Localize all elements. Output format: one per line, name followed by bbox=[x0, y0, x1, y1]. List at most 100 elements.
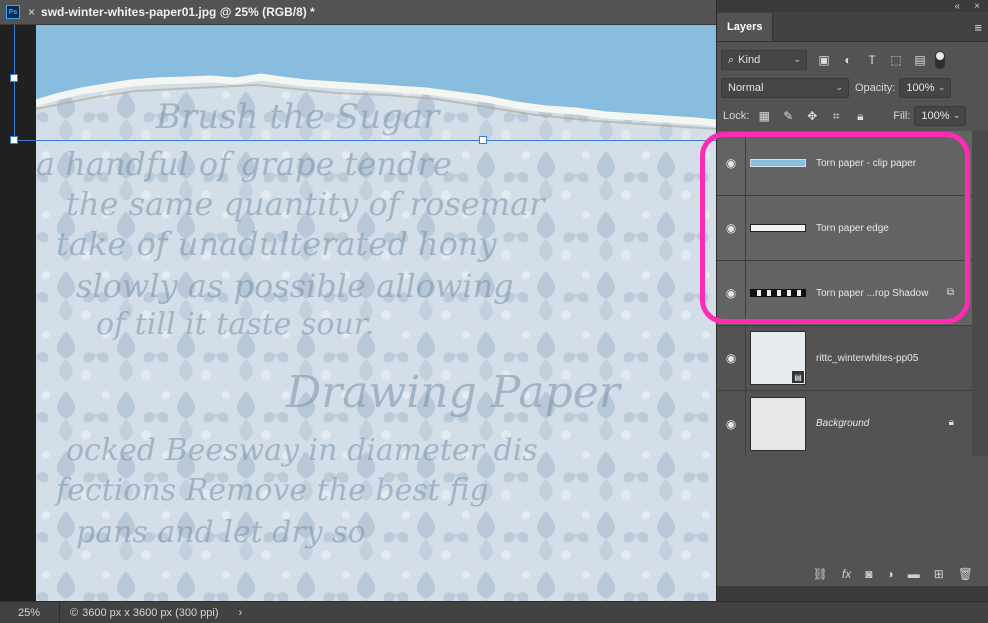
document-title: swd-winter-whites-paper01.jpg @ 25% (RGB… bbox=[41, 5, 315, 19]
opacity-input[interactable]: 100% ⌄ bbox=[899, 78, 952, 98]
transform-bounding-line-bottom bbox=[14, 140, 716, 141]
layer-style-fx-icon[interactable]: fx bbox=[842, 567, 851, 581]
lock-all-icon[interactable]: 🔒︎ bbox=[853, 109, 867, 124]
new-adjustment-layer-icon[interactable]: ◑ bbox=[886, 567, 893, 581]
layer-thumbnail bbox=[750, 224, 806, 232]
lock-row: Lock: ▦ ✎ ✥ ⌗ 🔒︎ Fill: 100% ⌄ bbox=[717, 102, 988, 130]
fill-input[interactable]: 100% ⌄ bbox=[914, 106, 967, 126]
pasteboard bbox=[0, 25, 36, 601]
lock-label: Lock: bbox=[723, 110, 750, 122]
blend-mode-value: Normal bbox=[728, 82, 764, 94]
chevron-down-icon: ⌄ bbox=[952, 110, 961, 120]
close-document-icon[interactable]: × bbox=[28, 5, 35, 19]
layers-scrollbar[interactable] bbox=[972, 131, 988, 456]
canvas-area[interactable]: Brush the Sugar a handful of grape tendr… bbox=[0, 25, 716, 601]
delete-layer-icon[interactable]: 🗑︎ bbox=[958, 567, 973, 581]
close-panel-icon[interactable]: × bbox=[974, 1, 980, 12]
layer-divider bbox=[745, 131, 746, 195]
layer-divider bbox=[745, 196, 746, 260]
pixel-layer-filter-icon[interactable]: ▣ bbox=[817, 53, 831, 67]
copyright-icon: © bbox=[70, 606, 79, 619]
script-line: Drawing Paper bbox=[286, 367, 620, 418]
visibility-eye-icon[interactable]: ◉ bbox=[717, 221, 745, 235]
panel-menu-icon[interactable]: ≡ bbox=[974, 20, 982, 35]
lock-transparent-pixels-icon[interactable]: ▦ bbox=[757, 109, 771, 123]
layer-name[interactable]: Torn paper - clip paper bbox=[816, 158, 916, 169]
layer-name[interactable]: rittc_winterwhites-pp05 bbox=[816, 353, 918, 364]
panel-titlebar: « × bbox=[717, 0, 988, 12]
lock-artboard-icon[interactable]: ⌗ bbox=[829, 109, 843, 124]
link-layers-icon[interactable]: ⛓ bbox=[813, 567, 828, 581]
visibility-eye-icon[interactable]: ◉ bbox=[717, 351, 745, 365]
layer-row[interactable]: ◉ Torn paper ...rop Shadow ⧉ bbox=[717, 261, 972, 326]
adjustment-layer-filter-icon[interactable]: ◐ bbox=[841, 53, 855, 67]
zoom-level[interactable]: 25% bbox=[0, 602, 60, 623]
layer-divider bbox=[745, 391, 746, 456]
filter-toggle[interactable] bbox=[935, 51, 945, 69]
script-line: ocked Beesway in diameter dis bbox=[66, 433, 538, 468]
script-line: slowly as possible allowing bbox=[76, 267, 514, 305]
collapse-panels-icon[interactable]: « bbox=[955, 1, 961, 12]
layer-style-icon[interactable]: ⧉ bbox=[947, 287, 954, 298]
document-canvas[interactable]: Brush the Sugar a handful of grape tendr… bbox=[36, 25, 716, 601]
add-mask-icon[interactable]: ◙ bbox=[865, 567, 872, 581]
transform-bounding-line-left bbox=[14, 25, 15, 140]
new-group-icon[interactable]: ▬ bbox=[908, 567, 920, 581]
layer-name[interactable]: Torn paper edge bbox=[816, 223, 889, 234]
filter-kind-value: Kind bbox=[738, 54, 761, 66]
panel-bottom-bar bbox=[717, 586, 988, 601]
document-tab[interactable]: Ps × swd-winter-whites-paper01.jpg @ 25%… bbox=[0, 0, 716, 25]
filter-kind-select[interactable]: ⌕ Kind ⌄ bbox=[721, 50, 807, 70]
layer-thumbnail bbox=[750, 159, 806, 167]
lock-icon: 🔒︎ bbox=[948, 417, 954, 428]
transform-handle[interactable] bbox=[10, 74, 18, 82]
status-menu-arrow-icon[interactable]: › bbox=[238, 607, 242, 619]
fill-value: 100% bbox=[921, 110, 950, 122]
status-bar: 25% © 3600 px x 3600 px (300 ppi) › bbox=[0, 601, 988, 623]
chevron-down-icon: ⌄ bbox=[937, 82, 946, 92]
layer-row[interactable]: ◉ ▤ rittc_winterwhites-pp05 bbox=[717, 326, 972, 391]
blend-row: Normal ⌄ Opacity: 100% ⌄ bbox=[717, 74, 988, 102]
new-layer-icon[interactable]: ⊞ bbox=[934, 567, 944, 581]
layer-name[interactable]: Background bbox=[816, 418, 869, 429]
transform-handle[interactable] bbox=[479, 136, 487, 144]
layer-row[interactable]: ◉ Background 🔒︎ bbox=[717, 391, 972, 456]
visibility-eye-icon[interactable]: ◉ bbox=[717, 286, 745, 300]
search-icon: ⌕ bbox=[728, 53, 735, 66]
layers-list: ◉ Torn paper - clip paper ◉ Torn paper e… bbox=[717, 131, 972, 456]
tab-layers[interactable]: Layers bbox=[717, 13, 774, 41]
chevron-down-icon: ⌄ bbox=[793, 54, 801, 64]
layer-row[interactable]: ◉ Torn paper - clip paper bbox=[717, 131, 972, 196]
type-layer-filter-icon[interactable]: T bbox=[865, 53, 879, 67]
script-line: fections Remove the best fig bbox=[56, 473, 489, 508]
shape-layer-filter-icon[interactable]: ⬚ bbox=[889, 53, 903, 67]
script-line: pans and let dry so bbox=[76, 515, 366, 550]
document-size-info: 3600 px x 3600 px (300 ppi) bbox=[82, 606, 219, 619]
fill-label: Fill: bbox=[893, 110, 911, 122]
lock-position-icon[interactable]: ✥ bbox=[805, 109, 819, 123]
photoshop-app-icon: Ps bbox=[6, 5, 20, 19]
layers-panel-footer: ⛓ fx ◙ ◑ ▬ ⊞ 🗑︎ bbox=[717, 562, 988, 586]
transform-handle[interactable] bbox=[10, 136, 18, 144]
visibility-eye-icon[interactable]: ◉ bbox=[717, 417, 745, 431]
script-line: take of unadulterated hony bbox=[56, 225, 497, 263]
panel-header: Layers ≡ bbox=[717, 12, 988, 42]
smart-object-icon: ▤ bbox=[792, 371, 804, 383]
visibility-eye-icon[interactable]: ◉ bbox=[717, 156, 745, 170]
script-line: a handful of grape tendre bbox=[36, 145, 452, 183]
lock-image-pixels-icon[interactable]: ✎ bbox=[781, 109, 795, 123]
layer-thumbnail: ▤ bbox=[750, 331, 806, 385]
layer-name[interactable]: Torn paper ...rop Shadow bbox=[816, 288, 928, 299]
blend-mode-select[interactable]: Normal ⌄ bbox=[721, 78, 849, 98]
script-line: Brush the Sugar bbox=[156, 97, 440, 137]
layer-thumbnail bbox=[750, 396, 806, 451]
layer-divider bbox=[745, 326, 746, 390]
layer-row[interactable]: ◉ Torn paper edge bbox=[717, 196, 972, 261]
script-line: of till it taste sour. bbox=[96, 307, 375, 342]
layers-panel: « × Layers ≡ ⌕ Kind ⌄ ▣ ◐ T ⬚ ▤ Normal ⌄… bbox=[716, 0, 988, 601]
opacity-label: Opacity: bbox=[855, 82, 896, 94]
opacity-value: 100% bbox=[906, 82, 935, 94]
smart-object-filter-icon[interactable]: ▤ bbox=[913, 53, 927, 67]
layer-thumbnail bbox=[750, 289, 806, 297]
layer-divider bbox=[745, 261, 746, 325]
